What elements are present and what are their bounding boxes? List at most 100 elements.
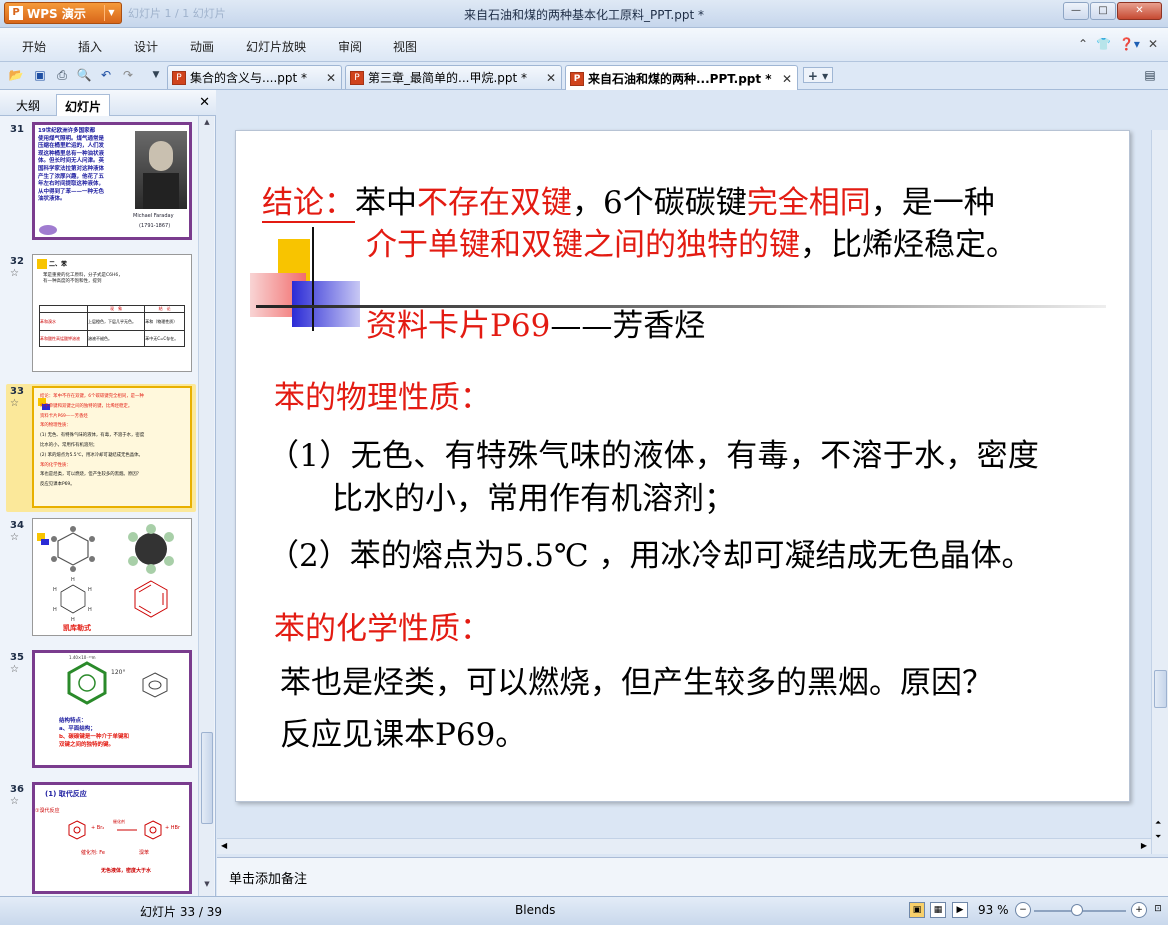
collapse-ribbon-icon[interactable]: ⌃: [1078, 37, 1088, 51]
portrait-years: (1791-1867): [139, 223, 171, 229]
scroll-left-icon[interactable]: ◀: [221, 841, 227, 850]
zoom-in-icon[interactable]: +: [1131, 902, 1147, 918]
open-folder-icon[interactable]: 📂: [8, 67, 24, 83]
text-run-red: 介于单键和双键之间的独特的键: [366, 227, 800, 263]
panel-close-icon[interactable]: ✕: [199, 95, 210, 110]
slide-scrollbar[interactable]: ⏶ ⏷: [1151, 130, 1168, 854]
help-icon[interactable]: ❓▾: [1119, 37, 1140, 51]
animation-star-icon: ☆: [10, 532, 19, 543]
save-icon[interactable]: ▣: [32, 67, 48, 83]
current-slide[interactable]: 结论：苯中不存在双键，6个碳碳键完全相同，是一种 介于单键和双键之间的独特的键，…: [235, 130, 1130, 802]
menu-design[interactable]: 设计: [134, 38, 158, 55]
menu-slideshow[interactable]: 幻灯片放映: [246, 38, 306, 55]
tab-close-icon[interactable]: ✕: [546, 71, 556, 85]
scroll-down-icon[interactable]: ▼: [201, 880, 213, 892]
deco-vertical-line: [312, 227, 314, 331]
zoom-slider-handle[interactable]: [1071, 904, 1083, 916]
animation-star-icon: ☆: [10, 268, 19, 279]
animation-star-icon: ☆: [10, 398, 19, 409]
info-card-heading: 资料卡片P69——芳香烃: [366, 306, 705, 346]
zoom-out-icon[interactable]: −: [1015, 902, 1031, 918]
slide-thumbnail-36[interactable]: 36 ☆ (1) 取代反应 ①溴代反应 + Br₂ 催化剂 + HBr 催化剂:…: [6, 782, 196, 896]
slide-thumbnail-33-selected[interactable]: 33 ☆ 结论：苯中不存在双键，6个碳碳键完全相同，是一种 介于单键和双键之间的…: [6, 384, 196, 512]
panel-toggle-icon[interactable]: ▤: [1142, 67, 1158, 83]
panel-scrollbar[interactable]: ▲ ▼: [198, 116, 214, 896]
print-icon[interactable]: ⎙: [54, 67, 70, 83]
tab-close-icon[interactable]: ✕: [326, 71, 336, 85]
conclusion-line-1: 结论：苯中不存在双键，6个碳碳键完全相同，是一种: [262, 183, 995, 223]
undo-icon[interactable]: ↶: [98, 67, 114, 83]
title-bar: P WPS 演示 ▼ 幻灯片 1 / 1 幻灯片 来自石油和煤的两种基本化工原料…: [0, 0, 1168, 28]
minimize-button[interactable]: —: [1063, 2, 1089, 20]
slide-counter: 幻灯片 33 / 39: [140, 905, 223, 919]
text-run: ——芳香烃: [550, 308, 706, 344]
horizontal-scrollbar[interactable]: ◀ ▶: [217, 838, 1151, 854]
notes-pane[interactable]: 单击添加备注: [217, 857, 1168, 896]
text-run-red: 不存在双键: [417, 185, 572, 221]
quick-access-dropdown-icon[interactable]: ▼: [148, 67, 164, 83]
ppt-file-icon: P: [570, 71, 584, 86]
doc-tab-label: 第三章_最简单的...甲烷.ppt *: [368, 71, 528, 85]
menu-animation[interactable]: 动画: [190, 38, 214, 55]
physical-properties-heading: 苯的物理性质：: [274, 380, 491, 416]
animation-star-icon: ☆: [10, 796, 19, 807]
slides-panel: 大纲 幻灯片 ✕ 31 19世纪欧洲许多国家都 使用煤气照明。煤气通常是 压缩在桶里…: [0, 90, 216, 896]
slide-number: 34: [10, 520, 24, 531]
scroll-up-icon[interactable]: ▲: [201, 118, 213, 130]
benzene-hexagon-image: [67, 661, 168, 705]
conclusion-line-2: 介于单键和双键之间的独特的键，比烯烃稳定。: [366, 225, 1017, 265]
redo-icon[interactable]: ↷: [120, 67, 136, 83]
slide-sorter-icon[interactable]: ▦: [930, 902, 946, 918]
maximize-button[interactable]: □: [1090, 2, 1116, 20]
slide-number: 35: [10, 652, 24, 663]
slide-thumbnail-list: 31 19世纪欧洲许多国家都 使用煤气照明。煤气通常是 压缩在桶里贮运的，人们发 现这…: [0, 116, 198, 896]
slide-number: 33: [10, 386, 24, 397]
portrait-caption: Michael Faraday: [133, 213, 174, 219]
physical-property-2: （2）苯的熔点为5.5℃ ，用冰冷却可凝结成无色晶体。: [268, 538, 1033, 574]
thumb-subtitle: ①溴代反应: [35, 808, 60, 814]
thumb-text-block: 19世纪欧洲许多国家都 使用煤气照明。煤气通常是 压缩在桶里贮运的，人们发 现这种桶里…: [38, 128, 105, 203]
next-slide-icon[interactable]: ⏷: [1155, 832, 1161, 842]
document-tab-bar: 📂 ▣ ⎙ 🔍 ↶ ↷ ▼ P 集合的含义与....ppt * ✕ P 第三章_…: [0, 62, 1168, 91]
slide-number: 32: [10, 256, 24, 267]
svg-text:H: H: [53, 587, 57, 593]
slide-thumbnail-34[interactable]: 34 ☆ HHHHHH 凯库勒式: [6, 518, 196, 643]
slide-thumbnail-32[interactable]: 32 ☆ 二、苯 苯是重要的化工原料，分子式是C6H6， 有一种高度的不饱和性，提…: [6, 254, 196, 379]
menu-view[interactable]: 视图: [393, 38, 417, 55]
menu-bar: 开始 插入 设计 动画 幻灯片放映 审阅 视图 ⌃ 👕 ❓▾ ✕: [0, 28, 1168, 62]
thumb-table: 现 象结 论 苯和溴水 上层橙色，下层几乎无色。 苯和（物理性质） 苯和酸性高锰酸钾…: [39, 305, 185, 347]
normal-view-icon[interactable]: ▣: [909, 902, 925, 918]
slide-thumbnail-31[interactable]: 31 19世纪欧洲许多国家都 使用煤气照明。煤气通常是 压缩在桶里贮运的，人们发 现这…: [6, 122, 196, 247]
tab-slides[interactable]: 幻灯片: [56, 94, 111, 116]
physical-property-1b: 比水的小，常用作有机溶剂；: [332, 481, 735, 517]
menu-home[interactable]: 开始: [22, 38, 46, 55]
doc-tab-1[interactable]: P 集合的含义与....ppt * ✕: [167, 65, 342, 89]
scrollbar-thumb[interactable]: [201, 732, 213, 824]
doc-tab-3-active[interactable]: P 来自石油和煤的两种...PPT.ppt * ✕: [565, 65, 798, 91]
scrollbar-thumb[interactable]: [1154, 670, 1167, 708]
fit-window-icon[interactable]: ⊡: [1150, 902, 1166, 918]
slide-thumbnail-35[interactable]: 35 ☆ 1.40×10⁻¹⁰m 120° 结构特点： a、平面结构； b、碳碳键是…: [6, 650, 196, 775]
doc-tab-label: 来自石油和煤的两种...PPT.ppt *: [588, 72, 772, 86]
thumb-slide: 结论：苯中不存在双键，6个碳碳键完全相同，是一种 介于单键和双键之间的独特的键，…: [32, 386, 192, 508]
tab-outline[interactable]: 大纲: [8, 94, 48, 116]
new-tab-button[interactable]: + ▾: [803, 67, 833, 83]
menu-review[interactable]: 审阅: [338, 38, 362, 55]
slide-number: 31: [10, 124, 24, 135]
doc-tab-2[interactable]: P 第三章_最简单的...甲烷.ppt * ✕: [345, 65, 562, 89]
menu-close-icon[interactable]: ✕: [1148, 37, 1158, 51]
menu-insert[interactable]: 插入: [78, 38, 102, 55]
svg-text:H: H: [88, 587, 92, 593]
scroll-right-icon[interactable]: ▶: [1141, 841, 1147, 850]
skin-icon[interactable]: 👕: [1096, 37, 1111, 51]
flower-decoration: [39, 225, 57, 235]
close-button[interactable]: ✕: [1117, 2, 1162, 20]
slideshow-view-icon[interactable]: ▶: [952, 902, 968, 918]
notes-placeholder[interactable]: 单击添加备注: [229, 868, 307, 887]
thumb-slide: 二、苯 苯是重要的化工原料，分子式是C6H6， 有一种高度的不饱和性，提到 现 象…: [32, 254, 192, 372]
svg-text:H: H: [53, 607, 57, 613]
prev-slide-icon[interactable]: ⏶: [1155, 818, 1161, 828]
print-preview-icon[interactable]: 🔍: [76, 67, 92, 83]
chemical-properties-heading: 苯的化学性质：: [274, 611, 491, 647]
tab-close-icon[interactable]: ✕: [782, 72, 792, 86]
